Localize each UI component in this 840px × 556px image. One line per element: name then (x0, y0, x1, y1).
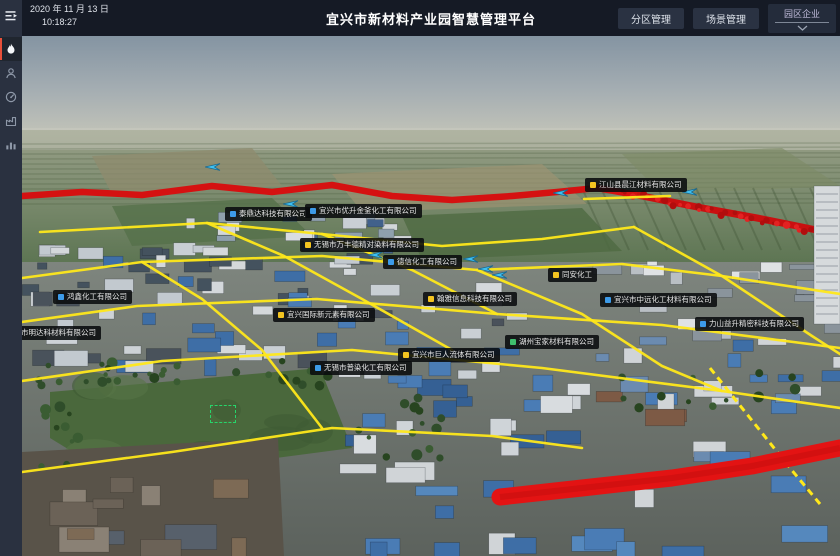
bar-chart-icon (5, 139, 17, 151)
company-marker-icon (700, 321, 706, 327)
gauge-icon (5, 91, 17, 103)
company-name: 无锡市万丰德精对染料有限公司 (314, 241, 419, 249)
company-marker-icon (510, 339, 516, 345)
company-name: 同安化工 (562, 271, 592, 279)
company-name: 鸿鑫化工有限公司 (67, 293, 127, 301)
company-name: 宜兴市优升金釜化工有限公司 (319, 207, 417, 215)
map-pin-label[interactable]: 宜兴国际新元素有限公司 (273, 308, 375, 322)
company-name: 力山益升精密科技有限公司 (709, 320, 799, 328)
company-marker-icon (553, 272, 559, 278)
company-marker-icon (315, 365, 321, 371)
company-marker-icon (590, 182, 596, 188)
sidebar-item-statistics[interactable] (0, 133, 22, 157)
plane-marker-icon (553, 186, 569, 204)
sidebar-item-fire-monitor[interactable] (0, 37, 22, 61)
menu-icon (5, 10, 18, 22)
company-name: 湖州宝家材料有限公司 (519, 338, 594, 346)
company-marker-icon (278, 312, 284, 318)
header-bar: 2020 年 11 月 13 日 10:18:27 宜兴市新材料产业园智慧管理平… (22, 0, 840, 36)
map-viewport[interactable]: 泰鼎达科技有限公司 宜兴市优升金釜化工有限公司无锡市万丰德精对染料有限公司德信化工… (22, 36, 840, 556)
company-name: 德信化工有限公司 (397, 258, 457, 266)
plane-marker-icon (463, 252, 479, 270)
factory-icon (5, 115, 17, 127)
company-name: 宜兴市巨人流体有限公司 (412, 351, 495, 359)
company-name: 宜兴市明达科材料有限公司 (22, 329, 96, 337)
map-pin-label[interactable]: 宜兴市明达科材料有限公司 (22, 326, 101, 340)
sidebar-item-enterprise[interactable] (0, 109, 22, 133)
map-pin-label[interactable]: 宜兴市巨人流体有限公司 (398, 348, 500, 362)
map-pin-label[interactable]: 湖州宝家材料有限公司 (505, 335, 599, 349)
map-pin-label[interactable]: 泰鼎达科技有限公司 (225, 207, 312, 221)
sidebar-item-personnel[interactable] (0, 61, 22, 85)
flame-icon (5, 43, 17, 55)
map-pin-label[interactable]: 宜兴市优升金釜化工有限公司 (305, 204, 422, 218)
map-pin-label[interactable]: 鸿鑫化工有限公司 (53, 290, 132, 304)
map-pin-label[interactable]: 江山县晨江材料有限公司 (585, 178, 687, 192)
zone-manage-button[interactable]: 分区管理 (618, 8, 684, 29)
company-marker-icon (403, 352, 409, 358)
person-icon (5, 67, 17, 79)
sidebar (0, 0, 22, 556)
company-marker-icon (310, 208, 316, 214)
scene-manage-button[interactable]: 场景管理 (693, 8, 759, 29)
company-marker-icon (605, 297, 611, 303)
plane-marker-icon (205, 160, 221, 178)
map-pin-label[interactable]: 同安化工 (548, 268, 597, 282)
map-pin-label[interactable]: 力山益升精密科技有限公司 (695, 317, 804, 331)
park-enterprise-dropdown[interactable]: 园区企业 (768, 4, 836, 33)
map-pin-label[interactable]: 无锡市普染化工有限公司 (310, 361, 412, 375)
map-overlays: 泰鼎达科技有限公司 宜兴市优升金釜化工有限公司无锡市万丰德精对染料有限公司德信化工… (22, 36, 840, 556)
app-window: 2020 年 11 月 13 日 10:18:27 宜兴市新材料产业园智慧管理平… (0, 0, 840, 556)
company-marker-icon (58, 294, 64, 300)
map-pin-label[interactable]: 德信化工有限公司 (383, 255, 462, 269)
map-pin-label[interactable]: 翰雅信息科技有限公司 (423, 292, 517, 306)
company-name: 泰鼎达科技有限公司 (239, 210, 307, 218)
company-name: 江山县晨江材料有限公司 (599, 181, 682, 189)
company-marker-icon (388, 259, 394, 265)
sidebar-item-dashboard[interactable] (0, 85, 22, 109)
company-marker-icon (230, 211, 236, 217)
dropdown-label: 园区企业 (775, 7, 829, 23)
selection-box (210, 405, 236, 423)
sidebar-item-menu[interactable] (0, 5, 22, 27)
company-marker-icon (305, 242, 311, 248)
company-name: 宜兴国际新元素有限公司 (287, 311, 370, 319)
company-marker-icon (428, 296, 434, 302)
company-name: 宜兴市中远化工材料有限公司 (614, 296, 712, 304)
map-pin-label[interactable]: 无锡市万丰德精对染料有限公司 (300, 238, 424, 252)
header-actions: 分区管理 场景管理 园区企业 (618, 0, 836, 36)
plane-marker-icon (492, 268, 508, 286)
company-name: 无锡市普染化工有限公司 (324, 364, 407, 372)
map-pin-label[interactable]: 宜兴市中远化工材料有限公司 (600, 293, 717, 307)
chevron-down-icon (797, 25, 808, 31)
company-name: 翰雅信息科技有限公司 (437, 295, 512, 303)
